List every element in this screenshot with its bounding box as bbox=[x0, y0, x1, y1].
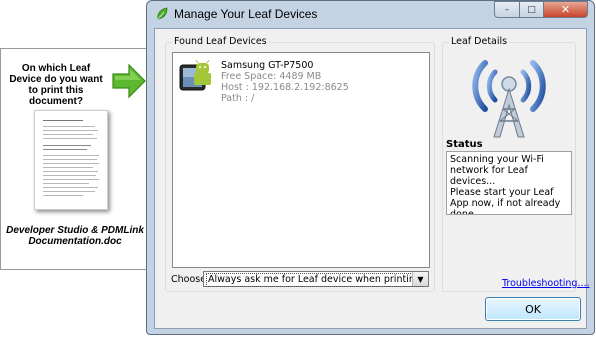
device-free-space: Free Space: 4489 MB bbox=[221, 71, 322, 82]
maximize-button[interactable]: □ bbox=[520, 1, 544, 18]
manage-leaf-devices-window: Manage Your Leaf Devices – □ ✕ Found Lea… bbox=[146, 0, 595, 335]
device-list[interactable]: Samsung GT-P7500 Free Space: 4489 MB Hos… bbox=[172, 52, 430, 268]
device-host: Host : 192.168.2.192:8625 bbox=[221, 82, 349, 93]
status-textbox: Scanning your Wi-Fi network for Leaf dev… bbox=[446, 151, 572, 215]
troubleshooting-link[interactable]: Troubleshooting.... bbox=[502, 278, 590, 289]
choose-selected-value: Always ask me for Leaf device when print… bbox=[206, 273, 423, 287]
leaf-details-group: Leaf Details Status Scanning your Wi-Fi … bbox=[442, 36, 590, 292]
print-prompt-panel: On which Leaf Device do you want to prin… bbox=[0, 48, 148, 270]
close-button[interactable]: ✕ bbox=[544, 1, 588, 18]
document-thumbnail bbox=[34, 110, 108, 210]
wifi-tower-icon bbox=[472, 60, 546, 138]
device-name: Samsung GT-P7500 bbox=[221, 60, 314, 71]
chevron-down-icon[interactable]: ▼ bbox=[412, 272, 428, 286]
found-devices-group: Found Leaf Devices Samsung GT-P7500 Free… bbox=[165, 36, 435, 292]
leaf-details-title: Leaf Details bbox=[449, 36, 510, 47]
dialog-client-area: Found Leaf Devices Samsung GT-P7500 Free… bbox=[154, 28, 590, 329]
android-tablet-icon bbox=[179, 60, 211, 91]
window-title: Manage Your Leaf Devices bbox=[174, 7, 318, 21]
leaf-icon bbox=[157, 7, 168, 20]
choose-dropdown[interactable]: Always ask me for Leaf device when print… bbox=[203, 271, 429, 287]
found-devices-title: Found Leaf Devices bbox=[172, 36, 269, 47]
green-arrow-icon bbox=[112, 63, 146, 99]
status-heading: Status bbox=[446, 139, 483, 150]
minimize-button[interactable]: – bbox=[494, 1, 520, 18]
caption-buttons: – □ ✕ bbox=[494, 1, 588, 19]
device-path: Path : / bbox=[221, 93, 255, 104]
print-question: On which Leaf Device do you want to prin… bbox=[9, 63, 103, 107]
document-filename: Developer Studio & PDMLink Documentation… bbox=[6, 225, 144, 247]
title-bar[interactable]: Manage Your Leaf Devices – □ ✕ bbox=[147, 1, 594, 28]
ok-button[interactable]: OK bbox=[485, 297, 581, 321]
